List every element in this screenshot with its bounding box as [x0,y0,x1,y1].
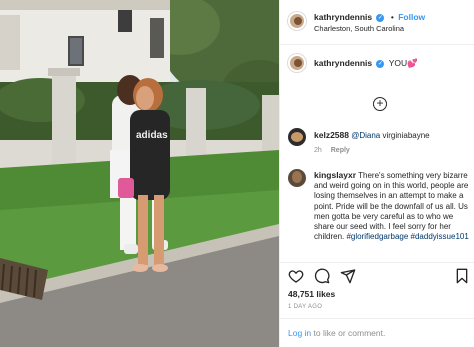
separator-dot: • [390,12,394,22]
caption-avatar[interactable] [288,54,306,72]
author-avatar[interactable] [288,12,306,30]
reply-button[interactable]: Reply [331,147,350,154]
verified-badge-icon: ✓ [376,13,385,22]
comment-text: virginiabayne [382,131,430,140]
comment-mention[interactable]: @Diana [351,131,380,140]
commenter-username[interactable]: kelz2588 [314,130,349,140]
instagram-post: adidas kathryndennis ✓ • Follow Charlest… [0,0,474,347]
add-circle-icon[interactable]: + [373,97,387,111]
comment-time: 2h [314,147,322,154]
post-location[interactable]: Charleston, South Carolina [314,24,404,33]
login-divider [280,318,474,319]
post-header: kathryndennis ✓ • Follow Charleston, Sou… [288,9,470,39]
login-prompt: Log in to like or comment. [288,328,385,338]
comment-text: There's something very bizarre and weird… [314,171,469,242]
author-username[interactable]: kathryndennis [314,12,372,22]
verified-badge-icon: ✓ [376,59,385,68]
header-divider [280,44,474,45]
commenter-username[interactable]: kingslayxr [314,170,356,180]
heart-icon[interactable] [288,268,304,284]
comment-hashtags[interactable]: #glorifiedgarbage #daddyissue101 [346,232,468,241]
actions-divider [280,262,474,263]
commenter-avatar[interactable] [288,169,306,187]
svg-text:adidas: adidas [136,130,168,141]
likes-count[interactable]: 48,751 likes [288,289,335,299]
post-sidebar: kathryndennis ✓ • Follow Charleston, Sou… [279,0,474,347]
caption-text: YOU💕 [388,58,418,68]
bookmark-icon[interactable] [454,268,470,284]
login-link[interactable]: Log in [288,328,311,338]
post-photo[interactable]: adidas [0,0,279,347]
share-icon[interactable] [340,268,356,284]
post-time-ago[interactable]: 1 DAY AGO [288,304,322,310]
commenter-avatar[interactable] [288,128,306,146]
caption-username[interactable]: kathryndennis [314,58,372,68]
follow-button[interactable]: Follow [398,12,425,22]
photo-scene: adidas [0,0,279,347]
login-prompt-text: to like or comment. [313,328,386,338]
action-bar [288,268,470,284]
comment-icon[interactable] [314,268,330,284]
